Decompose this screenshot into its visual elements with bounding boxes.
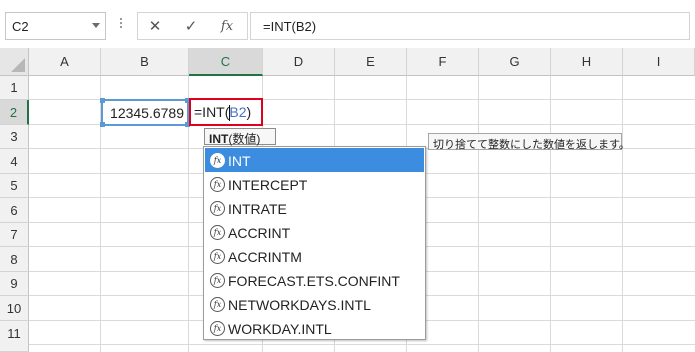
row-header-10[interactable]: 10 xyxy=(0,296,29,321)
function-icon: fx xyxy=(210,153,225,168)
gridline xyxy=(550,76,551,352)
column-header-a[interactable]: A xyxy=(29,48,101,76)
range-handle[interactable] xyxy=(100,98,105,103)
range-handle[interactable] xyxy=(100,122,105,127)
drag-handle-icon[interactable] xyxy=(118,16,124,32)
row-header-3[interactable]: 3 xyxy=(0,125,29,149)
column-header-d[interactable]: D xyxy=(263,48,335,76)
enter-icon[interactable]: ✓ xyxy=(180,16,202,38)
insert-function-icon[interactable]: fx xyxy=(216,16,238,38)
gridline xyxy=(622,76,623,352)
text-cursor xyxy=(229,105,230,121)
column-header-b[interactable]: B xyxy=(101,48,189,76)
formula-bar-area: C2 ✕ ✓ fx =INT(B2) xyxy=(0,0,695,48)
autocomplete-item-label: ACCRINTM xyxy=(228,249,302,265)
formula-prefix: =INT( xyxy=(194,104,230,120)
cell-c2-editing[interactable]: =INT(B2) xyxy=(189,98,263,126)
autocomplete-item-label: NETWORKDAYS.INTL xyxy=(228,297,371,313)
function-icon: fx xyxy=(210,273,225,288)
autocomplete-item[interactable]: fx FORECAST.ETS.CONFINT xyxy=(205,268,424,292)
autocomplete-item-label: INT xyxy=(228,153,251,169)
function-icon: fx xyxy=(210,249,225,264)
row-header-1[interactable]: 1 xyxy=(0,76,29,100)
autocomplete-item[interactable]: fx INT xyxy=(205,148,424,172)
select-all-button[interactable] xyxy=(0,48,29,76)
cancel-icon[interactable]: ✕ xyxy=(144,16,166,38)
autocomplete-item-label: WORKDAY.INTL xyxy=(228,321,332,337)
column-header-f[interactable]: F xyxy=(407,48,479,76)
row-header-2[interactable]: 2 xyxy=(0,100,29,125)
autocomplete-item[interactable]: fx WORKDAY.INTL xyxy=(205,316,424,340)
argument-tooltip-function[interactable]: INT xyxy=(209,132,228,146)
autocomplete-item-label: FORECAST.ETS.CONFINT xyxy=(228,273,400,289)
autocomplete-item[interactable]: fx INTRATE xyxy=(205,196,424,220)
name-box[interactable]: C2 xyxy=(5,12,106,40)
function-icon: fx xyxy=(210,297,225,312)
row-header-5[interactable]: 5 xyxy=(0,174,29,198)
function-icon: fx xyxy=(210,177,225,192)
column-header-e[interactable]: E xyxy=(335,48,407,76)
formula-buttons: ✕ ✓ fx xyxy=(137,12,248,40)
column-header-h[interactable]: H xyxy=(551,48,623,76)
argument-tooltip: INT(数値) xyxy=(204,128,276,146)
gridline xyxy=(29,344,695,345)
formula-input[interactable]: =INT(B2) xyxy=(250,12,690,40)
cell-b2-value: 12345.6789 xyxy=(110,105,184,121)
function-icon: fx xyxy=(210,225,225,240)
row-header-7[interactable]: 7 xyxy=(0,223,29,247)
row-header-9[interactable]: 9 xyxy=(0,272,29,296)
function-icon: fx xyxy=(210,201,225,216)
row-header-11[interactable]: 11 xyxy=(0,321,29,352)
autocomplete-item[interactable]: fx ACCRINT xyxy=(205,220,424,244)
cell-b2[interactable]: 12345.6789 xyxy=(100,98,190,127)
row-header-6[interactable]: 6 xyxy=(0,198,29,223)
column-header-g[interactable]: G xyxy=(479,48,551,76)
row-header-8[interactable]: 8 xyxy=(0,247,29,272)
function-description-tooltip: 切り捨てて整数にした数値を返します。 xyxy=(428,133,630,151)
autocomplete-item[interactable]: fx NETWORKDAYS.INTL xyxy=(205,292,424,316)
argument-tooltip-args: (数値) xyxy=(228,132,261,146)
cell-c2-formula: =INT(B2) xyxy=(194,104,251,120)
name-box-value: C2 xyxy=(12,19,29,34)
formula-reference: B2 xyxy=(229,104,247,120)
row-header-4[interactable]: 4 xyxy=(0,149,29,174)
function-icon: fx xyxy=(210,321,225,336)
autocomplete-item[interactable]: fx INTERCEPT xyxy=(205,172,424,196)
formula-text: =INT(B2) xyxy=(263,19,317,34)
column-header-c[interactable]: C xyxy=(189,48,263,76)
autocomplete-item-label: INTRATE xyxy=(228,201,287,217)
function-autocomplete-list: fx INT fx INTERCEPT fx INTRATE fx ACCRIN… xyxy=(203,146,426,340)
autocomplete-item-label: ACCRINT xyxy=(228,225,291,241)
gridline xyxy=(478,76,479,352)
autocomplete-item[interactable]: fx ACCRINTM xyxy=(205,244,424,268)
formula-suffix: ) xyxy=(246,104,252,120)
chevron-down-icon[interactable] xyxy=(92,23,100,28)
column-header-i[interactable]: I xyxy=(623,48,695,76)
autocomplete-item-label: INTERCEPT xyxy=(228,177,308,193)
